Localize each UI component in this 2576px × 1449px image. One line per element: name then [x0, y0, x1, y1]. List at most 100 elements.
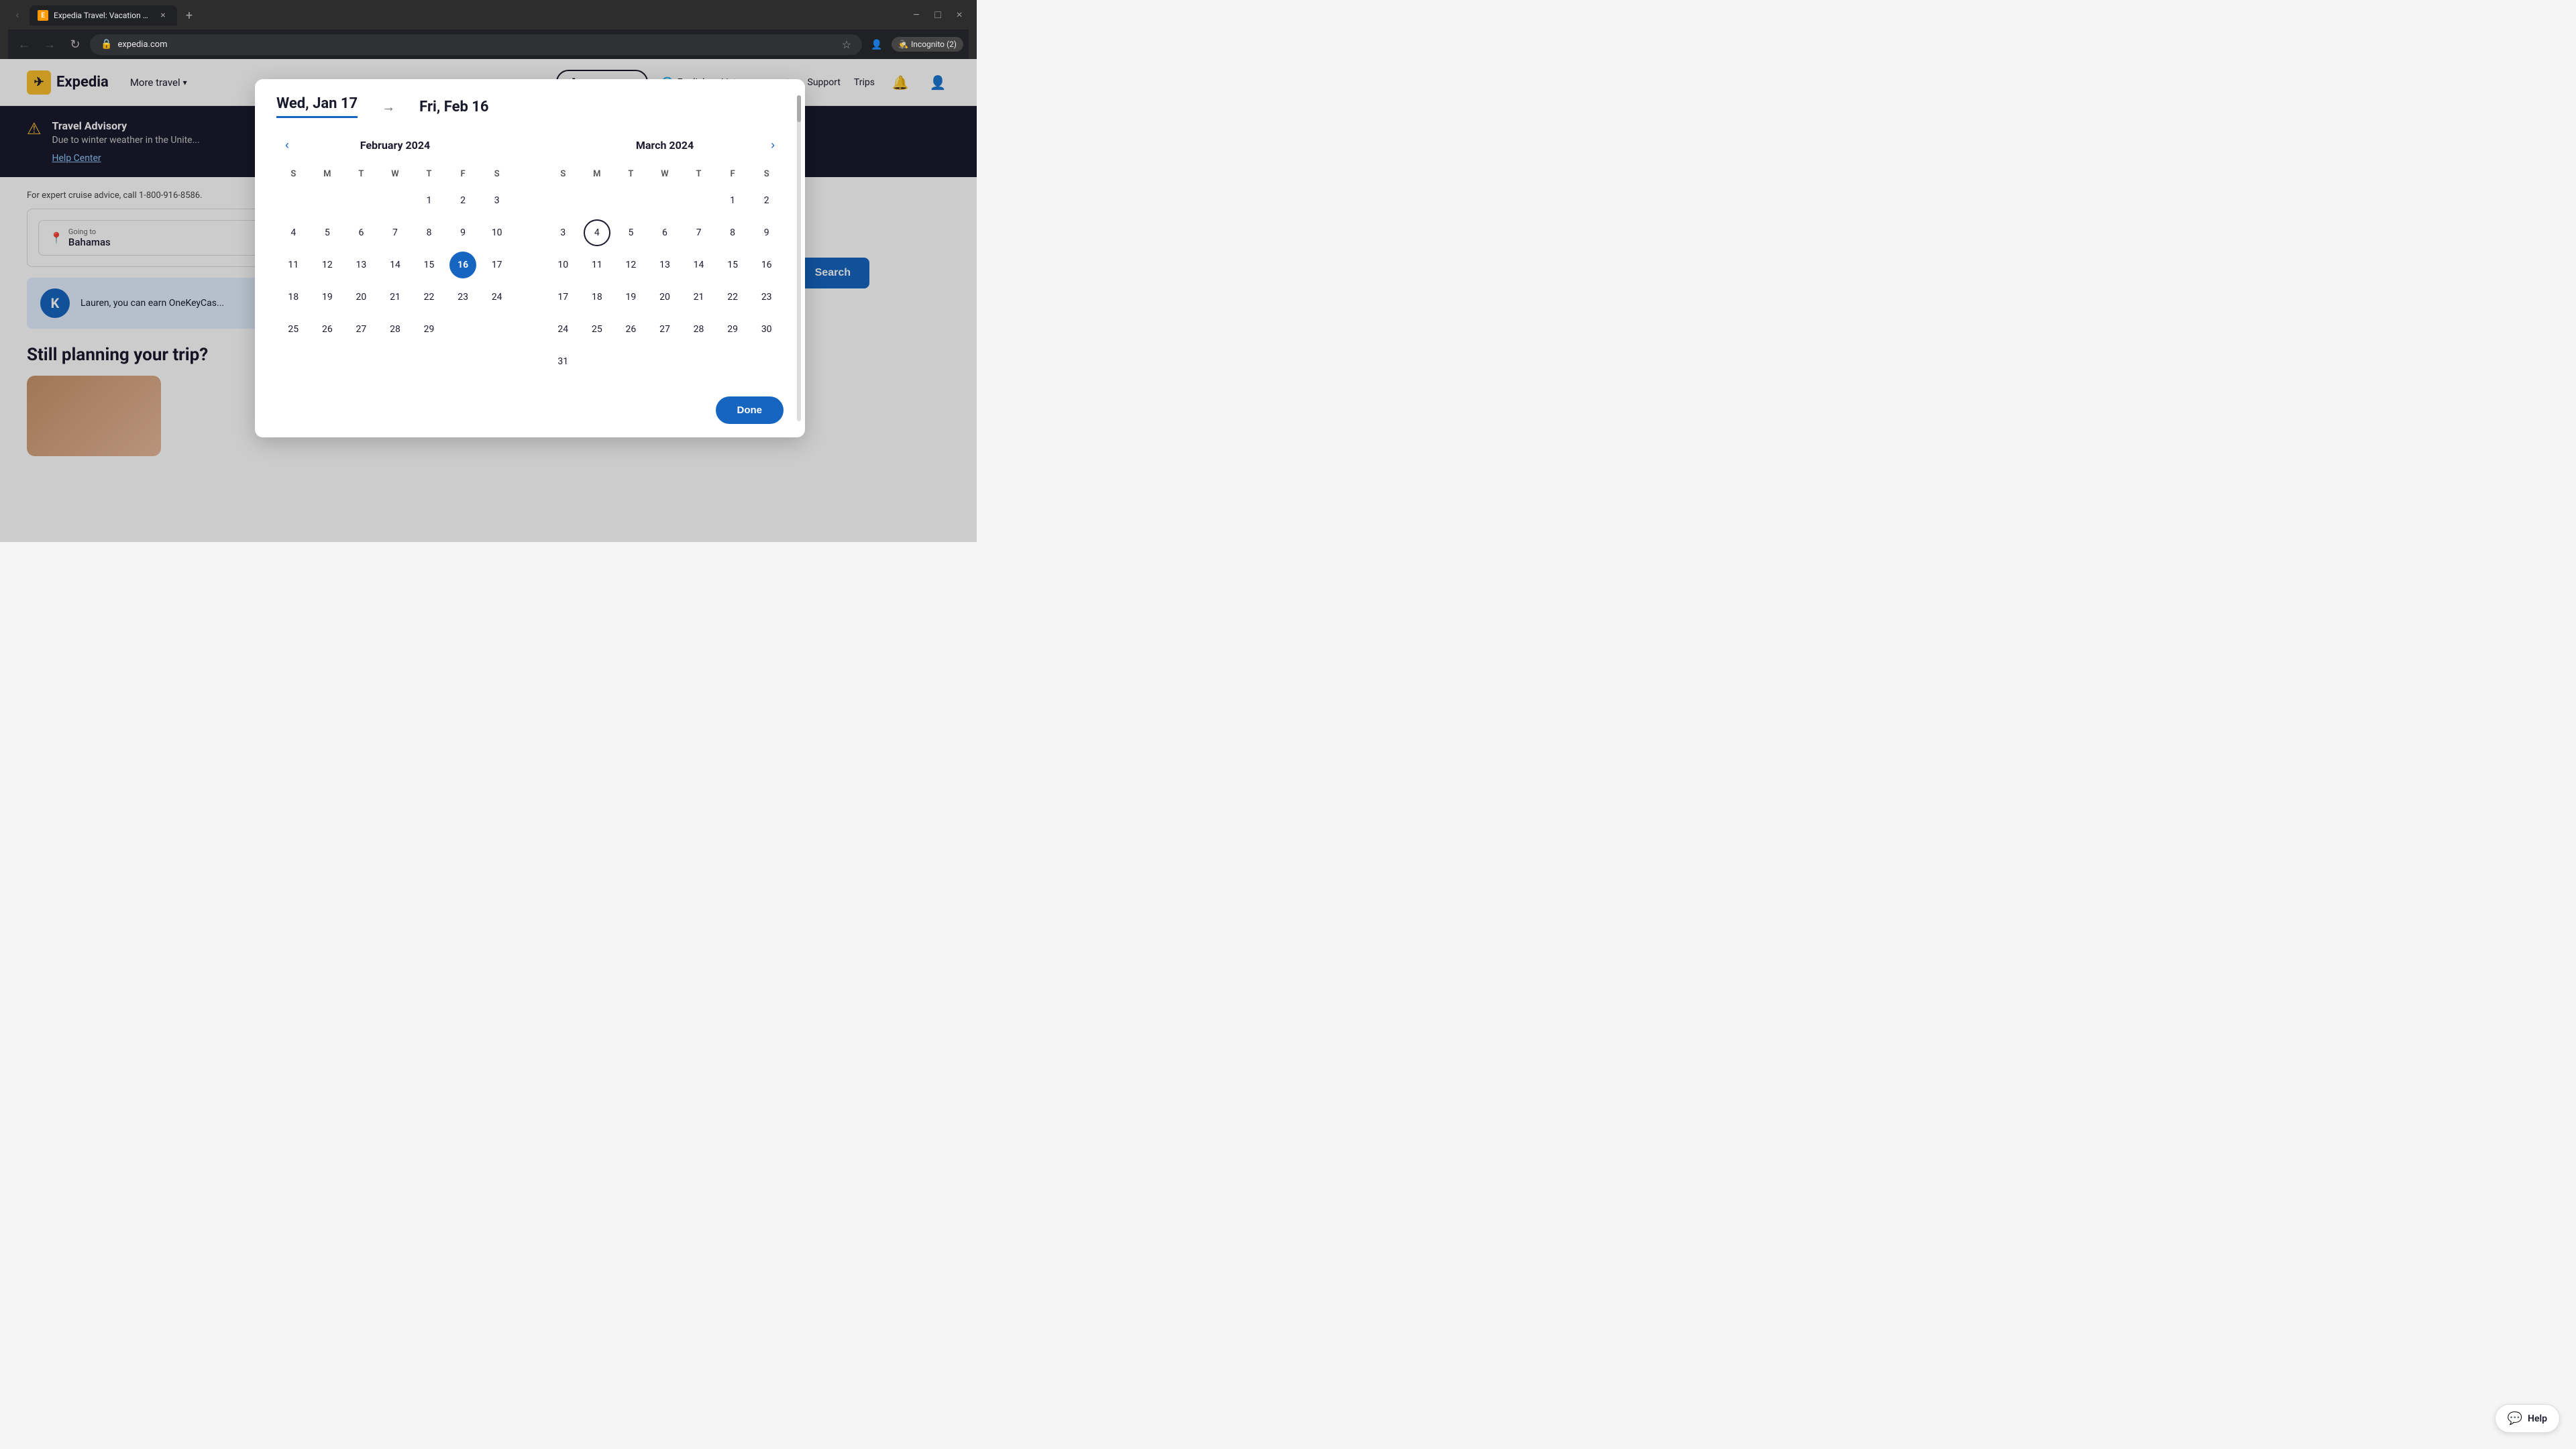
calendar-day-cell[interactable]: 17	[546, 281, 580, 313]
calendar-day-cell[interactable]: 28	[682, 313, 716, 345]
calendar-day-cell[interactable]: 2	[446, 184, 480, 217]
address-bar[interactable]: 🔒 expedia.com ☆	[90, 34, 862, 55]
calendar-day-cell[interactable]: 7	[378, 217, 413, 249]
calendar-day-cell[interactable]: 26	[614, 313, 648, 345]
calendar-day-cell[interactable]: 27	[344, 313, 378, 345]
calendar-day-cell[interactable]: 1	[716, 184, 750, 217]
calendar-day-cell[interactable]: 8	[716, 217, 750, 249]
calendar-day-cell[interactable]: 19	[614, 281, 648, 313]
calendar-day-cell[interactable]: 20	[648, 281, 682, 313]
calendar-day-cell[interactable]: 24	[546, 313, 580, 345]
calendar-day-cell[interactable]: 28	[378, 313, 413, 345]
calendar-day-cell[interactable]: 8	[412, 217, 446, 249]
feb-title: February 2024	[360, 139, 430, 152]
profile-btn[interactable]: 👤	[866, 34, 888, 55]
calendar-day-cell[interactable]: 5	[614, 217, 648, 249]
calendar-day-cell[interactable]: 13	[648, 249, 682, 281]
calendar-day-cell	[682, 345, 716, 378]
calendar-day-cell[interactable]: 13	[344, 249, 378, 281]
calendar-day-cell[interactable]: 31	[546, 345, 580, 378]
weekday-header: M	[580, 166, 614, 184]
calendar-day-cell[interactable]: 21	[682, 281, 716, 313]
calendar-day-cell[interactable]: 22	[412, 281, 446, 313]
minimize-btn[interactable]: −	[907, 6, 926, 25]
calendar-day-cell[interactable]: 19	[311, 281, 345, 313]
calendar-day-cell[interactable]: 15	[716, 249, 750, 281]
calendar-day-cell[interactable]: 6	[648, 217, 682, 249]
modal-scrollbar[interactable]	[797, 95, 801, 421]
weekday-header: F	[716, 166, 750, 184]
weekday-header: T	[682, 166, 716, 184]
calendar-day-cell[interactable]: 12	[311, 249, 345, 281]
calendar-day-cell[interactable]: 9	[749, 217, 784, 249]
calendar-day-cell	[648, 345, 682, 378]
back-btn[interactable]: ←	[13, 34, 35, 55]
calendar-day-cell[interactable]: 26	[311, 313, 345, 345]
calendar-day-cell[interactable]: 20	[344, 281, 378, 313]
calendar-day-cell	[580, 345, 614, 378]
start-date-btn[interactable]: Wed, Jan 17	[276, 95, 358, 118]
calendar-day-cell[interactable]: 23	[749, 281, 784, 313]
calendar-day-cell[interactable]: 5	[311, 217, 345, 249]
calendar-day-cell[interactable]: 14	[378, 249, 413, 281]
calendar-day-cell[interactable]: 24	[480, 281, 514, 313]
calendar-day-cell[interactable]: 16	[446, 249, 480, 281]
done-btn[interactable]: Done	[716, 396, 784, 424]
calendar-day-cell[interactable]: 4	[276, 217, 311, 249]
address-bar-icons: ☆	[842, 38, 851, 51]
calendar-day-cell[interactable]: 6	[344, 217, 378, 249]
next-month-btn[interactable]: ›	[762, 134, 784, 156]
weekday-header: S	[480, 166, 514, 184]
calendar-day-cell[interactable]: 22	[716, 281, 750, 313]
calendar-day-cell[interactable]: 16	[749, 249, 784, 281]
calendar-day-cell[interactable]: 18	[580, 281, 614, 313]
calendar-modal: Wed, Jan 17 → Fri, Feb 16 ‹ February 202…	[255, 79, 805, 437]
tab-nav-prev[interactable]: ‹	[8, 6, 27, 25]
calendar-day-cell[interactable]: 7	[682, 217, 716, 249]
calendar-day-cell[interactable]: 29	[412, 313, 446, 345]
calendar-day-cell[interactable]: 23	[446, 281, 480, 313]
calendar-day-cell[interactable]: 11	[580, 249, 614, 281]
calendar-day-cell[interactable]: 21	[378, 281, 413, 313]
calendar-day-cell[interactable]: 10	[480, 217, 514, 249]
calendar-day-cell[interactable]: 25	[276, 313, 311, 345]
calendar-day-cell[interactable]: 18	[276, 281, 311, 313]
calendar-day-cell[interactable]: 1	[412, 184, 446, 217]
calendar-day-cell[interactable]: 3	[480, 184, 514, 217]
forward-btn[interactable]: →	[39, 34, 60, 55]
date-arrow: →	[374, 99, 403, 115]
calendar-day-cell[interactable]: 15	[412, 249, 446, 281]
calendar-day-cell[interactable]: 10	[546, 249, 580, 281]
calendar-day-cell[interactable]: 4	[580, 217, 614, 249]
calendar-day-cell[interactable]: 2	[749, 184, 784, 217]
new-tab-btn[interactable]: +	[180, 6, 199, 25]
close-btn[interactable]: ×	[950, 6, 969, 25]
tab-close-btn[interactable]: ×	[157, 9, 169, 21]
calendar-day-cell[interactable]: 29	[716, 313, 750, 345]
end-date-btn[interactable]: Fri, Feb 16	[419, 99, 488, 115]
calendar-day-cell	[276, 184, 311, 217]
calendar-day-cell[interactable]: 12	[614, 249, 648, 281]
calendar-day-cell[interactable]: 30	[749, 313, 784, 345]
calendar-day-cell[interactable]: 9	[446, 217, 480, 249]
calendar-day-cell[interactable]: 25	[580, 313, 614, 345]
calendar-day-cell[interactable]: 3	[546, 217, 580, 249]
calendar-day-cell	[580, 184, 614, 217]
calendar-day-cell[interactable]: 27	[648, 313, 682, 345]
calendar-day-cell[interactable]: 14	[682, 249, 716, 281]
window-controls: − □ ×	[907, 6, 969, 25]
help-btn[interactable]: 💬 Help	[2495, 1404, 2560, 1433]
calendar-body: ‹ February 2024 › S M T W T F S	[255, 129, 805, 388]
calendar-day-cell[interactable]: 17	[480, 249, 514, 281]
prev-month-btn[interactable]: ‹	[276, 134, 298, 156]
address-bar-row: ← → ↻ 🔒 expedia.com ☆ 👤 🕵️ Incognito (2)	[8, 30, 969, 59]
mar-header: ‹ March 2024 ›	[546, 134, 784, 156]
calendar-day-cell[interactable]: 11	[276, 249, 311, 281]
calendar-day-cell	[614, 184, 648, 217]
active-tab[interactable]: E Expedia Travel: Vacation Home... ×	[30, 5, 177, 25]
url-display: expedia.com	[117, 40, 167, 50]
weekday-header: T	[412, 166, 446, 184]
reload-btn[interactable]: ↻	[64, 34, 86, 55]
calendar-day-cell	[682, 184, 716, 217]
maximize-btn[interactable]: □	[928, 6, 947, 25]
